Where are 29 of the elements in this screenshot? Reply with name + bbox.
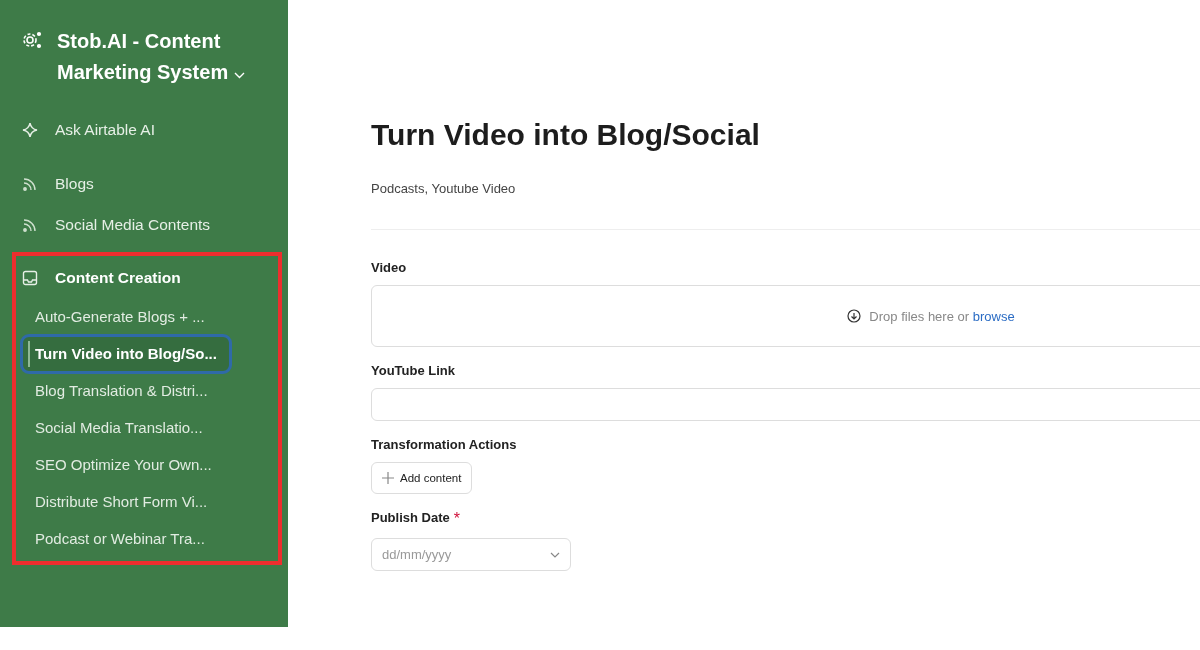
feed-icon <box>22 217 38 233</box>
feed-icon <box>22 176 38 192</box>
plus-icon <box>382 472 394 484</box>
date-placeholder: dd/mm/yyyy <box>382 547 452 562</box>
section-title[interactable]: Content Creation <box>55 269 181 287</box>
workspace-title[interactable]: Stob.AI - Content Marketing System <box>57 26 257 88</box>
field-label: Video <box>371 260 407 275</box>
browse-link[interactable]: browse <box>972 308 1015 324</box>
page-subtitle: Podcasts, Youtube Video <box>371 181 517 196</box>
chevron-down-icon <box>550 551 560 558</box>
field-label: YouTube Link <box>371 363 455 378</box>
page-title: Turn Video into Blog/Social <box>371 117 761 153</box>
inbox-icon <box>22 270 38 286</box>
nav-item[interactable]: Ask Airtable AI <box>55 121 155 139</box>
chevron-down-icon <box>233 72 245 79</box>
date-field[interactable]: dd/mm/yyyy <box>371 538 571 571</box>
nav-item[interactable]: Blogs <box>55 175 94 193</box>
nav-item[interactable]: Social Media Contents <box>55 216 211 234</box>
file-dropzone[interactable]: Drop files here or browse <box>371 285 1200 347</box>
gear-icon <box>22 30 42 50</box>
add-content-button[interactable]: Add content <box>371 462 473 494</box>
input-field[interactable] <box>371 388 1200 421</box>
sparkle-icon <box>22 122 38 138</box>
dropzone-hint: Drop files here or browse <box>869 308 1015 324</box>
sidebar-item[interactable]: Turn Video into Blog/So... <box>20 333 232 374</box>
field-label: Publish Date <box>371 510 450 527</box>
required-asterisk: * <box>453 510 460 528</box>
download-icon <box>847 309 862 323</box>
field-label: Transformation Actions <box>371 437 517 452</box>
